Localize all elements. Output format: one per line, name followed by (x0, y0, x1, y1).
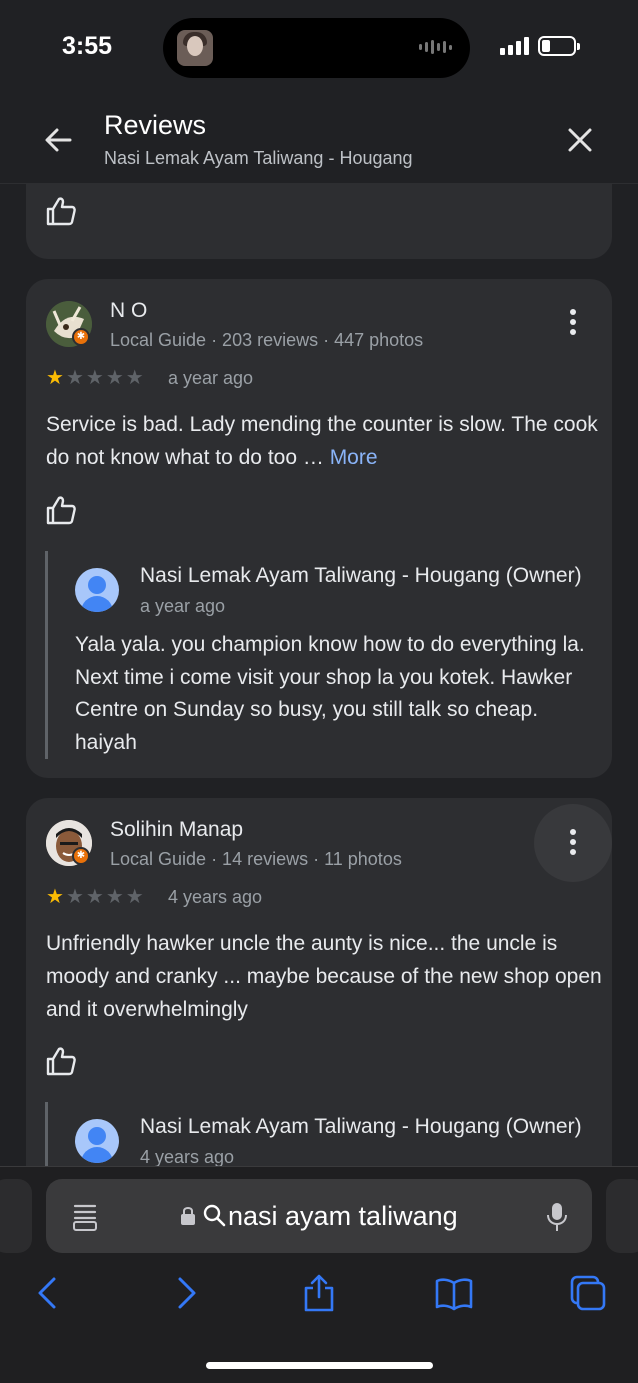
owner-reply-time: a year ago (140, 596, 226, 616)
reviews-header: Reviews Nasi Lemak Ayam Taliwang - Houga… (0, 92, 638, 184)
more-vert-icon (569, 829, 577, 859)
review-card: ✱ Solihin Manap Local Guide · 14 reviews… (26, 798, 612, 1166)
battery-icon (538, 36, 580, 56)
now-playing-thumbnail (177, 30, 213, 66)
star-rating: ★ ★ ★ ★ ★ (46, 368, 144, 388)
review-time: a year ago (168, 368, 254, 388)
local-guide-badge: ✱ (72, 328, 90, 346)
review-text: Unfriendly hawker uncle the aunty is nic… (46, 932, 602, 1021)
review-time: 4 years ago (168, 887, 263, 907)
star-icon: ★ (65, 367, 84, 389)
next-tab-preview[interactable] (606, 1179, 638, 1253)
back-button[interactable] (40, 122, 76, 158)
reviewer-meta: Local Guide · 203 reviews · 447 photos (110, 330, 424, 350)
search-icon (203, 1204, 226, 1227)
review-more-button[interactable] (534, 804, 612, 882)
reviews-list[interactable]: ✱ N O Local Guide · 203 reviews · 447 ph… (0, 184, 638, 1166)
star-icon: ★ (65, 886, 84, 908)
chevron-left-icon (38, 1277, 56, 1309)
local-guide-badge: ✱ (72, 847, 90, 865)
more-link[interactable]: More (330, 446, 378, 469)
close-icon (568, 128, 592, 152)
owner-reply-name: Nasi Lemak Ayam Taliwang - Hougang (Owne… (140, 1115, 582, 1138)
more-vert-icon (569, 309, 577, 339)
star-icon: ★ (46, 367, 64, 389)
place-name: Nasi Lemak Ayam Taliwang - Hougang (104, 148, 413, 168)
home-indicator[interactable] (206, 1362, 433, 1369)
share-button[interactable] (299, 1273, 339, 1313)
browser-forward-button[interactable] (166, 1273, 206, 1313)
thumbs-up-icon (46, 496, 76, 525)
microphone-icon[interactable] (546, 1201, 568, 1233)
star-icon: ★ (46, 886, 64, 908)
like-button[interactable] (44, 194, 78, 228)
address-bar[interactable]: nasi ayam taliwang (46, 1179, 592, 1253)
star-icon: ★ (85, 886, 104, 908)
star-icon: ★ (125, 367, 144, 389)
review-text-content: Service is bad. Lady mending the counter… (46, 413, 598, 469)
owner-reply-text: Yala yala. you champion know how to do e… (75, 633, 585, 754)
owner-avatar (75, 1119, 119, 1163)
page-title: Reviews (104, 110, 207, 140)
reviewer-name[interactable]: N O (110, 299, 147, 323)
review-more-button[interactable] (534, 284, 612, 362)
review-card: ✱ N O Local Guide · 203 reviews · 447 ph… (26, 279, 612, 778)
address-text[interactable]: nasi ayam taliwang (228, 1201, 458, 1232)
owner-reply-time: 4 years ago (140, 1147, 235, 1166)
audio-wave-icon (419, 40, 452, 54)
review-card-previous (26, 184, 612, 259)
star-icon: ★ (105, 367, 124, 389)
previous-tab-preview[interactable] (0, 1179, 32, 1253)
like-button[interactable] (44, 1044, 78, 1078)
reply-divider (45, 1102, 48, 1166)
thumbs-up-icon (46, 197, 76, 226)
reply-divider (45, 551, 48, 759)
browser-toolbar: nasi ayam taliwang (0, 1166, 638, 1383)
book-icon (435, 1278, 473, 1311)
reviewer-name[interactable]: Solihin Manap (110, 818, 243, 842)
star-icon: ★ (85, 367, 104, 389)
arrow-left-icon (45, 128, 72, 152)
reviewer-meta: Local Guide · 14 reviews · 11 photos (110, 849, 402, 869)
status-time: 3:55 (62, 32, 113, 60)
status-bar: 3:55 (0, 0, 638, 92)
browser-back-button[interactable] (28, 1273, 68, 1313)
chevron-right-icon (178, 1277, 196, 1309)
like-button[interactable] (44, 493, 78, 527)
owner-reply-name: Nasi Lemak Ayam Taliwang - Hougang (Owne… (140, 564, 582, 587)
lock-icon (181, 1207, 195, 1225)
reader-icon[interactable] (72, 1203, 98, 1231)
star-icon: ★ (105, 886, 124, 908)
star-icon: ★ (125, 886, 144, 908)
review-text: Service is bad. Lady mending the counter… (46, 408, 606, 474)
signal-icon (500, 37, 529, 55)
owner-avatar (75, 568, 119, 612)
dynamic-island[interactable] (163, 18, 470, 78)
thumbs-up-icon (46, 1047, 76, 1076)
tabs-button[interactable] (568, 1273, 608, 1313)
tabs-icon (570, 1275, 606, 1311)
star-rating: ★ ★ ★ ★ ★ (46, 887, 144, 907)
close-button[interactable] (562, 122, 598, 158)
bookmarks-button[interactable] (434, 1273, 474, 1313)
share-icon (304, 1274, 334, 1312)
